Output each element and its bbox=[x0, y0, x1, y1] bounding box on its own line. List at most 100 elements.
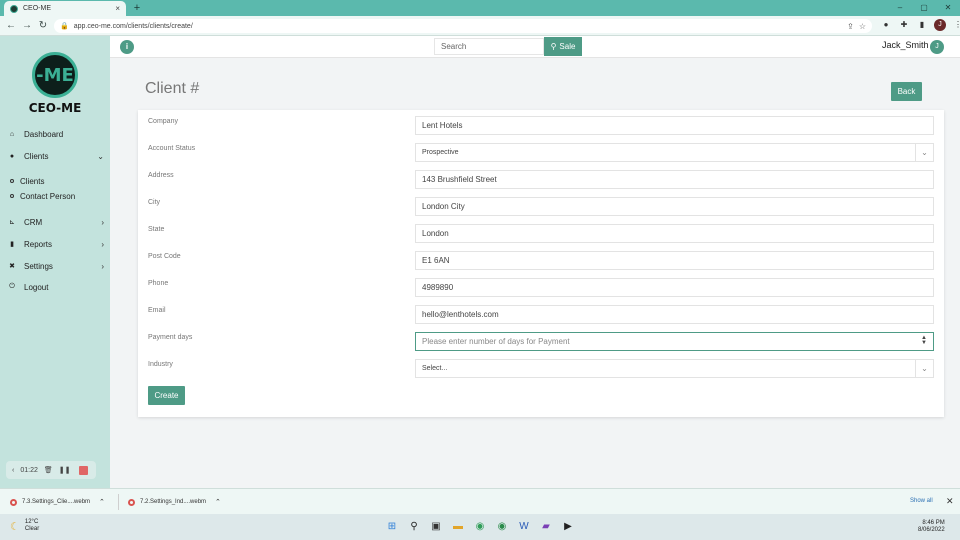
chevron-right-icon: › bbox=[101, 261, 104, 271]
email-field[interactable]: hello@lenthotels.com bbox=[415, 305, 934, 324]
download-item[interactable]: 7.2.Settings_Ind....webm ⌃ bbox=[128, 494, 221, 510]
account-status-value: Prospective bbox=[422, 149, 459, 156]
favicon-icon bbox=[10, 4, 18, 13]
extensions-puzzle-icon[interactable]: ✚ bbox=[898, 19, 910, 31]
avatar[interactable]: J bbox=[930, 40, 944, 54]
sidebar-item-dashboard[interactable]: ⌂ Dashboard bbox=[8, 127, 104, 141]
sidebar-item-label: Dashboard bbox=[24, 129, 64, 139]
media-app-icon[interactable]: ▰ bbox=[538, 519, 554, 535]
state-label: State bbox=[148, 226, 165, 233]
chevron-up-icon[interactable]: ⌃ bbox=[99, 498, 105, 506]
share-icon[interactable]: ⇪ bbox=[847, 22, 854, 31]
email-label: Email bbox=[148, 307, 166, 314]
chevron-right-icon: › bbox=[101, 239, 104, 249]
sidebar-item-reports[interactable]: ▮ Reports › bbox=[8, 237, 104, 251]
word-icon[interactable]: W bbox=[516, 519, 532, 535]
industry-select[interactable]: Select... ⌄ bbox=[415, 359, 934, 378]
minimize-button[interactable]: – bbox=[888, 0, 912, 16]
tab-close-icon[interactable]: × bbox=[115, 4, 120, 13]
sidebar-item-label: Reports bbox=[24, 239, 53, 249]
lock-icon: 🔒 bbox=[60, 23, 69, 30]
system-clock[interactable]: 8:46 PM 8/06/2022 bbox=[918, 520, 945, 534]
address-label: Address bbox=[148, 172, 174, 179]
address-bar[interactable]: 🔒 app.ceo-me.com/clients/clients/create/… bbox=[54, 19, 872, 33]
download-item[interactable]: 7.3.Settings_Clie....webm ⌃ bbox=[10, 494, 105, 510]
account-status-select[interactable]: Prospective ⌄ bbox=[415, 143, 934, 162]
divider bbox=[118, 494, 119, 510]
new-tab-button[interactable]: + bbox=[130, 1, 144, 15]
weather-widget[interactable]: ☾ 12°C Clear bbox=[10, 519, 39, 533]
logo[interactable]: -ME bbox=[32, 52, 78, 98]
number-spinner-icon[interactable]: ▲ ▼ bbox=[921, 335, 927, 346]
users-icon: ● bbox=[9, 152, 15, 160]
search-icon: ⚲ bbox=[550, 42, 557, 51]
stop-icon[interactable] bbox=[78, 465, 88, 475]
crm-icon: ⊾ bbox=[9, 219, 15, 226]
task-view-icon[interactable]: ▣ bbox=[428, 519, 444, 535]
back-arrow-icon[interactable]: ← bbox=[4, 19, 18, 33]
back-button[interactable]: Back bbox=[891, 82, 922, 101]
side-panel-icon[interactable]: ▮ bbox=[916, 19, 928, 31]
sidebar-subitem-clients[interactable]: Clients bbox=[10, 175, 44, 187]
trash-icon[interactable]: 🗑 bbox=[44, 466, 53, 474]
payment-days-input[interactable]: Please enter number of days for Payment … bbox=[415, 332, 934, 351]
taskbar: ☾ 12°C Clear ⊞ ⚲ ▣ ▬ ◉ ◉ W ▰ ▶ 8:46 PM 8/… bbox=[0, 514, 960, 540]
chrome-profile-icon[interactable]: ◉ bbox=[494, 519, 510, 535]
chevron-up-icon[interactable]: ⌃ bbox=[215, 498, 221, 506]
create-button[interactable]: Create bbox=[148, 386, 185, 405]
phone-field[interactable]: 4989890 bbox=[415, 278, 934, 297]
address-field[interactable]: 143 Brushfield Street bbox=[415, 170, 934, 189]
windows-start-icon[interactable]: ⊞ bbox=[384, 519, 400, 535]
pause-icon[interactable]: ❚❚ bbox=[59, 466, 71, 474]
maximize-button[interactable]: ▢ bbox=[912, 0, 936, 16]
company-field[interactable]: Lent Hotels bbox=[415, 116, 934, 135]
info-icon[interactable]: i bbox=[120, 40, 134, 54]
circle-icon bbox=[10, 194, 14, 198]
screen-recorder-widget: ‹ 01:22 🗑 ❚❚ bbox=[6, 461, 96, 479]
tab-title: CEO-ME bbox=[23, 5, 51, 12]
download-filename: 7.3.Settings_Clie....webm bbox=[22, 499, 91, 505]
browser-toolbar: ← → ↻ 🔒 app.ceo-me.com/clients/clients/c… bbox=[0, 16, 960, 36]
account-status-label: Account Status bbox=[148, 145, 196, 152]
payment-days-placeholder: Please enter number of days for Payment bbox=[422, 337, 570, 346]
sidebar-item-crm[interactable]: ⊾ CRM › bbox=[8, 215, 104, 229]
sidebar-item-clients[interactable]: ● Clients ⌄ bbox=[8, 149, 104, 163]
downloads-bar: 7.3.Settings_Clie....webm ⌃ 7.2.Settings… bbox=[0, 488, 960, 514]
profile-avatar-icon[interactable]: J bbox=[934, 19, 946, 31]
search-input[interactable]: Search bbox=[434, 38, 544, 55]
extension-record-icon[interactable]: ● bbox=[880, 19, 892, 31]
search-icon[interactable]: ⚲ bbox=[406, 519, 422, 535]
show-all-link[interactable]: Show all bbox=[910, 498, 933, 504]
app-header: i Search ⚲ Sale Jack_Smith J bbox=[110, 36, 960, 58]
collapse-chevron-icon[interactable]: ‹ bbox=[12, 467, 14, 474]
state-field[interactable]: London bbox=[415, 224, 934, 243]
close-icon[interactable]: ✕ bbox=[946, 496, 954, 507]
chevron-right-icon: › bbox=[101, 217, 104, 227]
video-file-icon bbox=[128, 498, 135, 506]
close-window-button[interactable]: ✕ bbox=[936, 0, 960, 16]
sidebar-subitem-contact-person[interactable]: Contact Person bbox=[10, 190, 75, 202]
payment-days-label: Payment days bbox=[148, 334, 193, 341]
weather-temp: 12°C bbox=[24, 519, 39, 525]
post-code-field[interactable]: E1 6AN bbox=[415, 251, 934, 270]
city-field[interactable]: London City bbox=[415, 197, 934, 216]
chrome-icon[interactable]: ◉ bbox=[472, 519, 488, 535]
browser-menu-icon[interactable]: ⋮ bbox=[952, 19, 960, 31]
bookmark-star-icon[interactable]: ☆ bbox=[859, 22, 866, 31]
forward-arrow-icon[interactable]: → bbox=[20, 19, 34, 33]
recording-time: 01:22 bbox=[20, 466, 38, 474]
sidebar: -ME CEO-ME ⌂ Dashboard ● Clients ⌄ Clien… bbox=[0, 36, 110, 488]
settings-icon: ✖ bbox=[9, 263, 15, 270]
sidebar-item-logout[interactable]: ⏻ Logout bbox=[8, 280, 104, 294]
browser-tab[interactable]: CEO-ME × bbox=[4, 1, 126, 16]
reports-icon: ▮ bbox=[10, 241, 14, 248]
sale-button[interactable]: ⚲ Sale bbox=[544, 37, 582, 56]
circle-icon bbox=[10, 179, 14, 183]
sidebar-item-settings[interactable]: ✖ Settings › bbox=[8, 259, 104, 273]
sidebar-subitem-label: Clients bbox=[20, 176, 45, 186]
chevron-down-icon: ⌄ bbox=[915, 144, 933, 161]
media-player-icon[interactable]: ▶ bbox=[560, 519, 576, 535]
reload-icon[interactable]: ↻ bbox=[36, 19, 50, 33]
file-explorer-icon[interactable]: ▬ bbox=[450, 519, 466, 535]
user-name[interactable]: Jack_Smith bbox=[882, 40, 929, 50]
